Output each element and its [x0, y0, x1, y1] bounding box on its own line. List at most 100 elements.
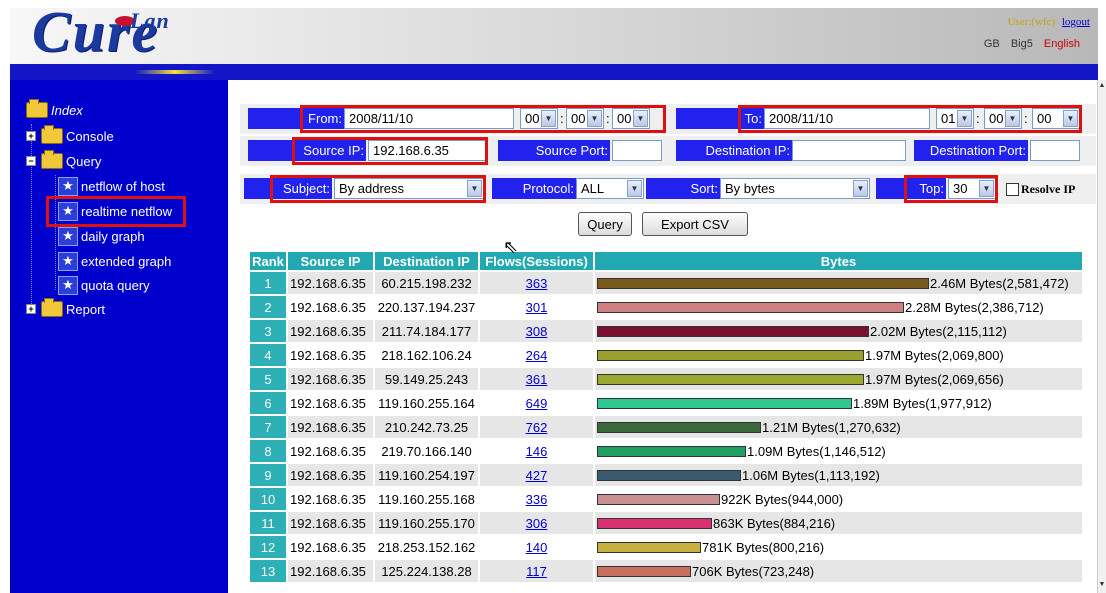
lang-big5-link[interactable]: Big5	[1011, 38, 1033, 50]
sidebar-item-console[interactable]: + Console	[26, 125, 114, 144]
flows-cell: 264	[480, 344, 593, 366]
sort-select[interactable]: By bytes ▼	[720, 178, 870, 199]
col-destination-ip[interactable]: Destination IP	[375, 252, 478, 270]
rank-cell: 9	[250, 464, 286, 486]
chevron-down-icon: ▼	[853, 180, 868, 197]
bytes-text: 781K Bytes(800,216)	[702, 539, 825, 555]
time-range-row: From: 2008/11/10 00 ▼ : 00 ▼ : 00 ▼ To: 200…	[240, 104, 1096, 134]
rank-cell: 3	[250, 320, 286, 342]
flows-link[interactable]: 301	[526, 300, 548, 315]
col-rank[interactable]: Rank	[250, 252, 286, 270]
source-ip-cell: 192.168.6.35	[288, 560, 373, 582]
sidebar-tree: Index + Console − Query ★ netflow of hos…	[10, 80, 228, 593]
rank-cell: 12	[250, 536, 286, 558]
rank-cell: 2	[250, 296, 286, 318]
flows-link[interactable]: 308	[526, 324, 548, 339]
protocol-select[interactable]: ALL ▼	[576, 178, 644, 199]
flows-link[interactable]: 117	[526, 564, 547, 579]
bytes-text: 1.89M Bytes(1,977,912)	[853, 395, 992, 411]
table-row: 10 192.168.6.35 119.160.255.168 336 922K Byt…	[250, 488, 1082, 510]
sidebar-item-label: extended graph	[81, 254, 172, 269]
highlight-box	[292, 137, 488, 165]
flows-link[interactable]: 361	[526, 372, 548, 387]
sidebar-item-label: daily graph	[81, 229, 145, 244]
sidebar-item-netflow-of-host[interactable]: ★ netflow of host	[58, 177, 165, 196]
col-source-ip[interactable]: Source IP	[288, 252, 373, 270]
scroll-up-icon[interactable]: ▲	[1098, 82, 1106, 92]
table-row: 12 192.168.6.35 218.253.152.162 140 781K Byt…	[250, 536, 1082, 558]
bytes-text: 922K Bytes(944,000)	[721, 491, 844, 507]
source-port-label: Source Port:	[498, 140, 610, 161]
destination-ip-cell: 125.224.138.28	[375, 560, 478, 582]
bytes-text: 2.28M Bytes(2,386,712)	[905, 299, 1044, 315]
sidebar-item-extended-graph[interactable]: ★ extended graph	[58, 252, 171, 271]
flows-link[interactable]: 649	[526, 396, 548, 411]
sidebar-item-index[interactable]: Index	[26, 99, 83, 118]
col-bytes[interactable]: Bytes	[595, 252, 1082, 270]
bytes-bar	[597, 565, 691, 577]
sidebar-item-query[interactable]: − Query	[26, 150, 101, 169]
lancure-logo: Cure Lan	[20, 2, 250, 64]
lang-english-link[interactable]: English	[1044, 38, 1080, 50]
expand-plus-icon[interactable]: +	[26, 304, 36, 314]
flows-link[interactable]: 363	[526, 276, 548, 291]
source-port-input[interactable]	[612, 140, 662, 161]
logout-link[interactable]: logout	[1062, 16, 1090, 28]
sidebar-item-daily-graph[interactable]: ★ daily graph	[58, 227, 145, 246]
bytes-bar-wrap: 1.97M Bytes(2,069,800)	[595, 344, 1082, 366]
flows-link[interactable]: 146	[526, 444, 548, 459]
nav-strip	[10, 64, 1098, 80]
rank-cell: 10	[250, 488, 286, 510]
scroll-down-icon[interactable]: ▼	[1098, 581, 1106, 591]
flows-cell: 649	[480, 392, 593, 414]
bytes-bar-wrap: 863K Bytes(884,216)	[595, 512, 1082, 534]
sidebar-item-label: Report	[66, 301, 106, 317]
rank-cell: 5	[250, 368, 286, 390]
flows-link[interactable]: 264	[526, 348, 548, 363]
flows-cell: 306	[480, 512, 593, 534]
collapse-minus-icon[interactable]: −	[26, 156, 36, 166]
bytes-bar	[597, 397, 852, 409]
bytes-cell: 1.06M Bytes(1,113,192)	[595, 464, 1082, 486]
flows-cell: 361	[480, 368, 593, 390]
table-header-row: Rank Source IP Destination IP Flows(Sess…	[250, 252, 1082, 270]
dest-ip-label: Destination IP:	[676, 140, 792, 161]
flows-link[interactable]: 427	[526, 468, 548, 483]
flows-cell: 308	[480, 320, 593, 342]
expand-plus-icon[interactable]: +	[26, 131, 36, 141]
flows-link[interactable]: 336	[526, 492, 548, 507]
table-row: 2 192.168.6.35 220.137.194.237 301 2.28M Byt…	[250, 296, 1082, 318]
vertical-scrollbar[interactable]: ▲ ▼	[1097, 80, 1106, 593]
flows-link[interactable]: 140	[526, 540, 548, 555]
flows-link[interactable]: 306	[526, 516, 548, 531]
source-ip-cell: 192.168.6.35	[288, 296, 373, 318]
source-ip-cell: 192.168.6.35	[288, 320, 373, 342]
sidebar-item-report[interactable]: + Report	[26, 298, 106, 317]
bytes-bar-wrap: 1.89M Bytes(1,977,912)	[595, 392, 1082, 414]
header-banner: Cure Lan User:(wfc) logout GB Big5 Engli…	[10, 2, 1098, 64]
export-csv-button[interactable]: Export CSV	[642, 212, 748, 236]
chevron-down-icon: ▼	[627, 180, 642, 197]
query-button[interactable]: Query	[578, 212, 632, 236]
col-flows[interactable]: Flows(Sessions)	[480, 252, 593, 270]
flows-link[interactable]: 762	[526, 420, 548, 435]
dest-ip-input[interactable]	[792, 140, 906, 161]
destination-ip-cell: 219.70.166.140	[375, 440, 478, 462]
table-row: 8 192.168.6.35 219.70.166.140 146 1.09M Byte…	[250, 440, 1082, 462]
resolve-ip-checkbox[interactable]	[1006, 183, 1019, 196]
bytes-cell: 1.09M Bytes(1,146,512)	[595, 440, 1082, 462]
table-row: 5 192.168.6.35 59.149.25.243 361 1.97M Bytes…	[250, 368, 1082, 390]
bytes-bar	[597, 421, 761, 433]
bytes-bar	[597, 301, 904, 313]
table-row: 6 192.168.6.35 119.160.255.164 649 1.89M Byt…	[250, 392, 1082, 414]
lang-gb-link[interactable]: GB	[984, 38, 1000, 50]
bytes-bar	[597, 493, 720, 505]
destination-ip-cell: 119.160.255.164	[375, 392, 478, 414]
sidebar-item-quota-query[interactable]: ★ quota query	[58, 276, 150, 295]
dest-port-input[interactable]	[1030, 140, 1080, 161]
open-folder-icon	[26, 99, 48, 118]
open-folder-icon	[41, 150, 63, 169]
bytes-bar	[597, 349, 864, 361]
results-table: Rank Source IP Destination IP Flows(Sess…	[248, 250, 1084, 584]
protocol-label: Protocol:	[492, 178, 576, 199]
